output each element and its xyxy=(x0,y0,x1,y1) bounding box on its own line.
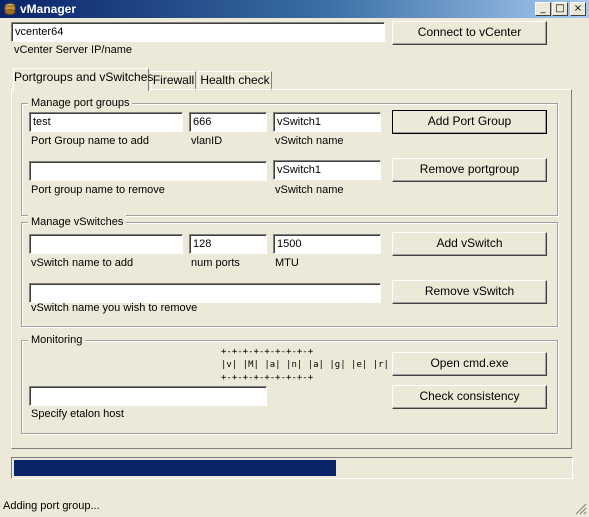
tab-firewall[interactable]: Firewall xyxy=(151,71,196,91)
app-icon xyxy=(4,3,16,15)
vcenter-server-input[interactable]: vcenter64 xyxy=(11,22,385,42)
banner-letters: |v| |M| |a| |n| |a| |g| |e| |r| xyxy=(221,360,389,370)
remove-vswitch-button[interactable]: Remove vSwitch xyxy=(392,280,547,304)
vswitch-name-label: vSwitch name to add xyxy=(31,257,134,269)
vswitch-name-input[interactable] xyxy=(29,234,183,254)
tab-health-check[interactable]: Health check xyxy=(198,71,272,91)
close-button[interactable]: × xyxy=(570,2,586,16)
port-groups-legend: Manage port groups xyxy=(28,96,133,110)
progress-fill xyxy=(14,460,336,476)
num-ports-label: num ports xyxy=(191,257,240,269)
mtu-input[interactable]: 1500 xyxy=(273,234,381,254)
remove-port-group-label: Port group name to remove xyxy=(31,184,165,196)
remove-port-group-input[interactable] xyxy=(29,161,267,181)
banner-top: +-+-+-+-+-+-+-+-+ xyxy=(221,347,314,357)
progress-bar xyxy=(11,457,573,479)
port-group-name-label: Port Group name to add xyxy=(31,135,150,147)
add-vswitch-name-input[interactable]: vSwitch1 xyxy=(273,112,381,132)
mtu-label: MTU xyxy=(275,257,299,269)
banner-bottom: +-+-+-+-+-+-+-+-+ xyxy=(221,373,314,383)
remove-vswitch-input[interactable] xyxy=(29,283,381,303)
remove-vswitch-name-label: vSwitch name xyxy=(275,184,344,196)
tab-portgroups-vswitches[interactable]: Portgroups and vSwitches xyxy=(13,68,153,91)
open-cmd-button[interactable]: Open cmd.exe xyxy=(392,352,547,376)
remove-vswitch-name-input[interactable]: vSwitch1 xyxy=(273,160,381,180)
status-text: Adding port group... xyxy=(3,500,100,512)
remove-portgroup-button[interactable]: Remove portgroup xyxy=(392,158,547,182)
vmanager-window: vManager _ □ × vcenter64 vCenter Server … xyxy=(0,0,589,517)
etalon-host-input[interactable] xyxy=(29,386,267,406)
window-title: vManager xyxy=(20,2,77,16)
vlan-id-label: vlanID xyxy=(191,135,223,147)
add-vswitch-button[interactable]: Add vSwitch xyxy=(392,232,547,256)
etalon-host-label: Specify etalon host xyxy=(31,408,124,420)
vlan-id-input[interactable]: 666 xyxy=(189,112,267,132)
resize-grip-icon[interactable] xyxy=(575,503,587,515)
check-consistency-button[interactable]: Check consistency xyxy=(392,385,547,409)
add-port-group-button[interactable]: Add Port Group xyxy=(392,110,547,134)
remove-vswitch-label: vSwitch name you wish to remove xyxy=(31,302,198,314)
add-vswitch-name-label: vSwitch name xyxy=(275,135,344,147)
title-bar[interactable]: vManager _ □ × xyxy=(0,0,589,18)
minimize-button[interactable]: _ xyxy=(535,2,551,16)
num-ports-input[interactable]: 128 xyxy=(189,234,267,254)
vcenter-server-label: vCenter Server IP/name xyxy=(14,44,132,56)
connect-vcenter-button[interactable]: Connect to vCenter xyxy=(392,21,547,45)
maximize-button[interactable]: □ xyxy=(552,2,568,16)
monitoring-legend: Monitoring xyxy=(28,333,86,347)
port-group-name-input[interactable]: test xyxy=(29,112,183,132)
vswitches-legend: Manage vSwitches xyxy=(28,215,127,229)
